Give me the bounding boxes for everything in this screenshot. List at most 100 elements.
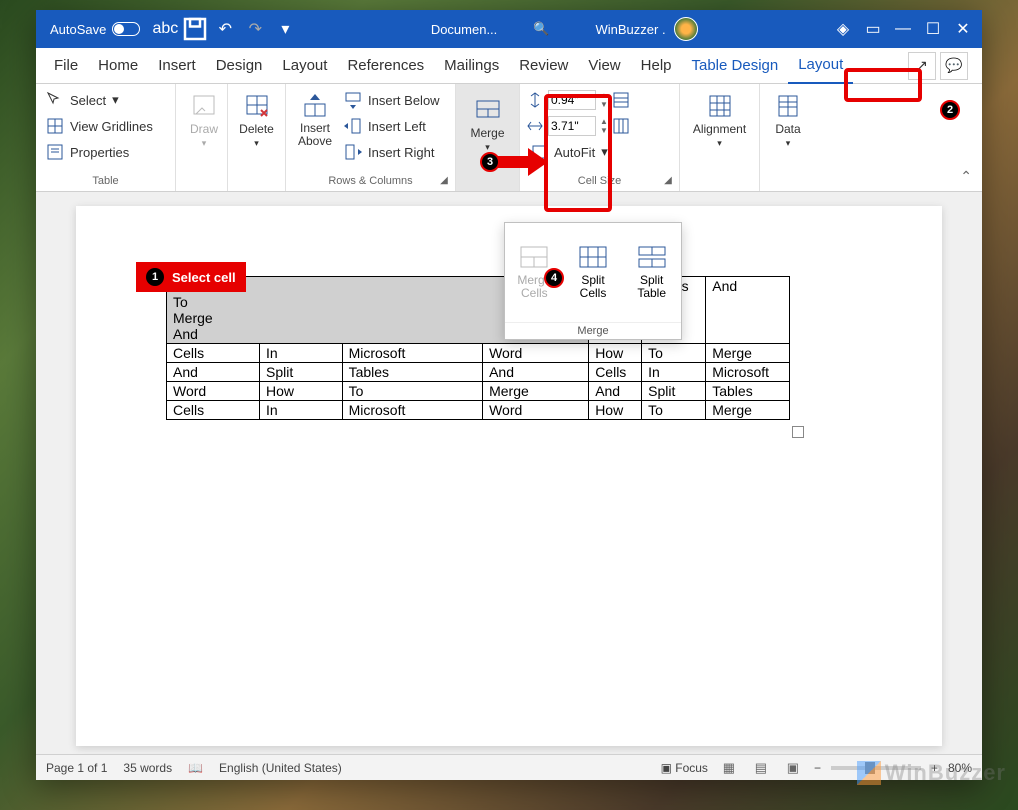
select-button[interactable]: Select ▾ (42, 88, 169, 112)
close-button[interactable]: ✕ (948, 14, 978, 44)
col-width-input[interactable]: ▲▼ (526, 114, 673, 138)
table-cell[interactable]: Word (483, 344, 589, 363)
web-layout-icon[interactable]: ▣ (782, 759, 804, 777)
table-cell[interactable]: And (167, 363, 260, 382)
table-cell[interactable]: Microsoft (342, 344, 483, 363)
tab-references[interactable]: References (337, 48, 434, 84)
focus-mode-button[interactable]: ▣ Focus (661, 761, 708, 775)
customize-qat-icon[interactable]: ▾ (270, 14, 300, 44)
diamond-icon[interactable]: ◈ (828, 14, 858, 44)
tab-table-layout[interactable]: Layout (788, 48, 853, 84)
data-button[interactable]: Data▾ (766, 88, 810, 153)
spellcheck-icon[interactable]: 📖 (188, 761, 203, 775)
tab-file[interactable]: File (44, 48, 88, 84)
table-cell[interactable]: And (706, 277, 790, 344)
document-title[interactable]: Documen... (431, 22, 497, 37)
table-cell[interactable]: Tables (706, 382, 790, 401)
rows-cols-launcher[interactable]: ◢ (437, 173, 451, 187)
annotation-badge-3: 3 (480, 152, 500, 172)
table-cell[interactable]: Tables (342, 363, 483, 382)
table-cell[interactable]: In (260, 344, 343, 363)
tab-home[interactable]: Home (88, 48, 148, 84)
tab-design[interactable]: Design (206, 48, 273, 84)
table-cell[interactable]: Word (167, 382, 260, 401)
group-rows-cols-label: Rows & Columns (286, 175, 455, 187)
ribbon-mode-icon[interactable]: ▭ (858, 14, 888, 44)
merge-dropdown-label: Merge (505, 322, 681, 339)
table-cell[interactable]: In (260, 401, 343, 420)
group-cell-size-label: Cell Size (520, 175, 679, 187)
table-cell[interactable]: Microsoft (706, 363, 790, 382)
delete-button[interactable]: Delete▾ (234, 88, 279, 153)
document-table[interactable]: How To Merge AndSplitTablesAndCellsInMic… (166, 276, 790, 420)
insert-above-label: Insert Above (298, 122, 332, 148)
tab-layout[interactable]: Layout (272, 48, 337, 84)
tab-mailings[interactable]: Mailings (434, 48, 509, 84)
collapse-ribbon-button[interactable]: ⌃ (960, 168, 972, 185)
table-cell[interactable]: Cells (167, 344, 260, 363)
row-height-field[interactable] (548, 90, 596, 110)
comments-button[interactable]: 💬 (940, 52, 968, 80)
print-layout-icon[interactable]: ▤ (750, 759, 772, 777)
minimize-button[interactable]: — (888, 14, 918, 44)
insert-below-button[interactable]: Insert Below (340, 88, 444, 112)
row-height-input[interactable]: ▲▼ (526, 88, 673, 112)
language-indicator[interactable]: English (United States) (219, 761, 342, 775)
table-cell[interactable]: And (589, 382, 642, 401)
maximize-button[interactable]: ☐ (918, 14, 948, 44)
autosave-toggle[interactable]: AutoSave (40, 22, 150, 37)
tab-help[interactable]: Help (631, 48, 682, 84)
cell-size-launcher[interactable]: ◢ (661, 173, 675, 187)
table-cell[interactable]: Microsoft (342, 401, 483, 420)
table-cell[interactable]: Merge (706, 401, 790, 420)
distribute-rows-icon[interactable] (612, 91, 630, 109)
table-cell[interactable]: Cells (167, 401, 260, 420)
table-cell[interactable]: To (342, 382, 483, 401)
tab-table-design[interactable]: Table Design (682, 48, 789, 84)
table-cell[interactable]: Cells (589, 363, 642, 382)
properties-button[interactable]: Properties (42, 140, 169, 164)
read-mode-icon[interactable]: ▦ (718, 759, 740, 777)
insert-left-button[interactable]: Insert Left (340, 114, 444, 138)
toggle-off-icon (112, 22, 140, 36)
table-cell[interactable]: To (642, 401, 706, 420)
merge-button[interactable]: Merge▾ (462, 88, 513, 157)
zoom-out-button[interactable]: − (814, 761, 821, 775)
table-cell[interactable]: Word (483, 401, 589, 420)
table-cell[interactable]: Merge (483, 382, 589, 401)
table-cell[interactable]: In (642, 363, 706, 382)
tab-review[interactable]: Review (509, 48, 578, 84)
user-avatar[interactable] (674, 17, 698, 41)
table-cell[interactable]: How (589, 401, 642, 420)
split-cells-button[interactable]: Split Cells (564, 223, 623, 322)
table-cell[interactable]: Merge (706, 344, 790, 363)
autofit-button[interactable]: AutoFit ▾ (526, 140, 673, 164)
alignment-button[interactable]: Alignment▾ (686, 88, 753, 153)
tab-view[interactable]: View (578, 48, 630, 84)
share-button[interactable]: ↗ (908, 52, 936, 80)
annotation-badge-4: 4 (544, 268, 564, 288)
search-icon[interactable]: 🔍 (533, 21, 549, 37)
insert-right-button[interactable]: Insert Right (340, 140, 444, 164)
table-cell[interactable]: Split (260, 363, 343, 382)
word-window: AutoSave abc ↶ ↷ ▾ Documen... 🔍 WinBuzze… (36, 10, 982, 780)
table-cell[interactable]: To (642, 344, 706, 363)
split-table-button[interactable]: Split Table (622, 223, 681, 322)
table-resize-handle[interactable] (792, 426, 804, 438)
word-count[interactable]: 35 words (123, 761, 172, 775)
table-cell[interactable]: Split (642, 382, 706, 401)
app-title: WinBuzzer . (595, 22, 665, 37)
table-cell[interactable]: And (483, 363, 589, 382)
draw-button: Draw▾ (182, 88, 226, 153)
save-icon[interactable] (180, 14, 210, 44)
tab-insert[interactable]: Insert (148, 48, 206, 84)
undo-icon[interactable]: ↶ (210, 14, 240, 44)
strikethrough-icon[interactable]: abc (150, 14, 180, 44)
view-gridlines-button[interactable]: View Gridlines (42, 114, 169, 138)
annotation-badge-2: 2 (940, 100, 960, 120)
page-indicator[interactable]: Page 1 of 1 (46, 761, 107, 775)
table-cell[interactable]: How (260, 382, 343, 401)
col-width-field[interactable] (548, 116, 596, 136)
table-cell[interactable]: How (589, 344, 642, 363)
distribute-cols-icon[interactable] (612, 117, 630, 135)
